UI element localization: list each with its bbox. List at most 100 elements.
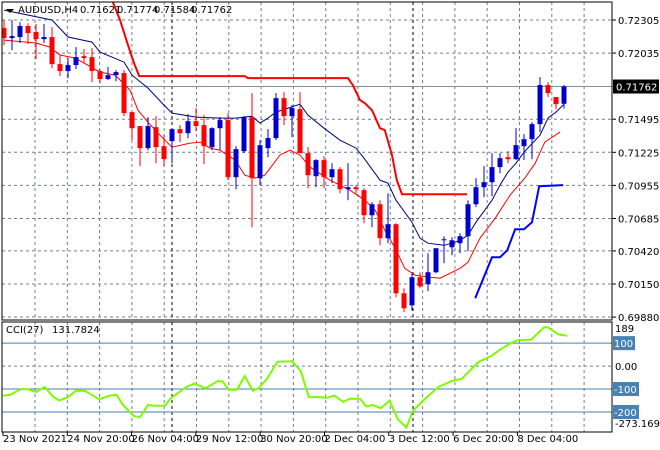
candle-bear (57, 64, 63, 72)
candle-bear (89, 57, 95, 72)
candle-bull (489, 167, 495, 183)
cci-level-label: -200 (614, 408, 637, 419)
candle-bull (257, 145, 263, 179)
candle-bull (409, 277, 415, 306)
candle-bull (457, 236, 463, 244)
candle-bear (401, 293, 407, 309)
candle-bull (473, 187, 479, 205)
cci-level-label: -100 (614, 385, 637, 396)
price-axis-label: 0.70685 (618, 214, 659, 225)
candle-bull (529, 124, 535, 140)
price-axis-label: 0.72035 (618, 49, 659, 60)
candle-bear (281, 98, 287, 117)
candle-bull (481, 182, 487, 188)
price-axis-label: 0.69880 (618, 313, 659, 324)
candle-bear (193, 121, 199, 127)
candle-bull (441, 239, 447, 241)
indicator-lines (3, 2, 565, 299)
candle-bull (145, 126, 151, 149)
cci-header: CCI(27) 131.7824 (6, 325, 100, 336)
candle-bull (105, 75, 111, 80)
candle-bull (433, 248, 439, 273)
price-axis-label: 0.72305 (618, 16, 659, 27)
candle-bear (417, 277, 423, 287)
price-chart[interactable]: 0.72305 0.72035 0.71495 0.71225 0.70955 0.706… (0, 0, 660, 450)
candle-bull (497, 158, 503, 168)
candle-bull (449, 240, 455, 248)
candle-bear (505, 157, 511, 160)
candle-bull (289, 108, 295, 117)
candle-bear (297, 109, 303, 154)
ma-fast-line (3, 9, 565, 246)
candle-bear (545, 85, 551, 94)
candle-bull (41, 37, 47, 40)
time-axis-label: 24 Nov 20:00 (67, 434, 134, 445)
ma-slow-line (3, 39, 561, 279)
cci-panel (2, 326, 612, 430)
candle-bull (425, 272, 431, 285)
candle-bear (129, 112, 135, 129)
cci-zero-label: 0.00 (615, 362, 637, 373)
time-axis-label: 26 Nov 04:00 (132, 434, 199, 445)
candle-bull (265, 138, 271, 149)
candle-bull (369, 204, 375, 216)
cci-current-value: 131.7824 (52, 325, 100, 336)
time-axis-label: 30 Nov 20:00 (260, 434, 327, 445)
candle-bull (169, 129, 175, 142)
symbol-label: AUDUSD,H4 (18, 5, 78, 16)
candle-bull (465, 204, 471, 237)
candle-bear (249, 117, 255, 179)
candle-bull (385, 224, 391, 239)
candle-bear (377, 204, 383, 239)
candle-bull (185, 121, 191, 134)
cci-level-label: 100 (614, 339, 633, 350)
close-value: 0.71762 (191, 5, 232, 16)
cci-title: CCI(27) (6, 325, 44, 336)
open-value: 0.71621 (80, 5, 121, 16)
candle-bear (305, 153, 311, 176)
chart-header: AUDUSD,H4 0.71621 0.71774 0.71584 0.7176… (6, 5, 232, 16)
candle-bull (241, 117, 247, 152)
candle-bull (113, 72, 119, 76)
high-value: 0.71774 (117, 5, 158, 16)
current-price-label: 0.71762 (616, 83, 657, 94)
cci-panel-border (1, 321, 613, 433)
candle-bear (137, 126, 143, 149)
candle-bull (217, 120, 223, 129)
axes: 0.72305 0.72035 0.71495 0.71225 0.70955 0.706… (1, 1, 660, 445)
candle-bear (361, 190, 367, 216)
low-value: 0.71584 (154, 5, 195, 16)
candle-bear (393, 224, 399, 294)
price-axis-label: 0.71225 (618, 148, 659, 159)
price-axis-label: 0.71495 (618, 115, 659, 126)
price-axis-label: 0.70150 (618, 280, 659, 291)
candle-bull (521, 139, 527, 147)
cci-min-label: -273.1698 (615, 419, 660, 430)
candle-bear (177, 129, 183, 134)
price-axis-label: 0.70420 (618, 247, 659, 258)
time-axis-label: 3 Dec 12:00 (389, 434, 450, 445)
candle-bear (553, 97, 559, 105)
candle-bull (209, 128, 215, 148)
time-axis-label: 29 Nov 12:00 (196, 434, 263, 445)
candle-bull (65, 65, 71, 72)
time-axis-label: 23 Nov 2021 (3, 434, 67, 445)
candle-bear (97, 71, 103, 80)
price-axis-label: 0.70955 (618, 181, 659, 192)
candle-bull (345, 187, 351, 190)
candle-bull (513, 145, 519, 160)
time-axis-label: 6 Dec 20:00 (453, 434, 514, 445)
candle-bull (233, 149, 239, 178)
candle-bull (17, 26, 23, 38)
candle-bull (73, 57, 79, 66)
time-axis-label: 2 Dec 04:00 (325, 434, 386, 445)
candle-bull (9, 36, 15, 39)
candle-bear (81, 56, 87, 59)
trading-chart-window: 0.72305 0.72035 0.71495 0.71225 0.70955 0.706… (0, 0, 660, 450)
candle-bear (25, 26, 31, 34)
candle-bull (313, 160, 319, 177)
candle-bear (201, 125, 207, 147)
candle-bear (161, 146, 167, 160)
time-axis-label: 8 Dec 04:00 (517, 434, 578, 445)
candle-bear (33, 32, 39, 40)
